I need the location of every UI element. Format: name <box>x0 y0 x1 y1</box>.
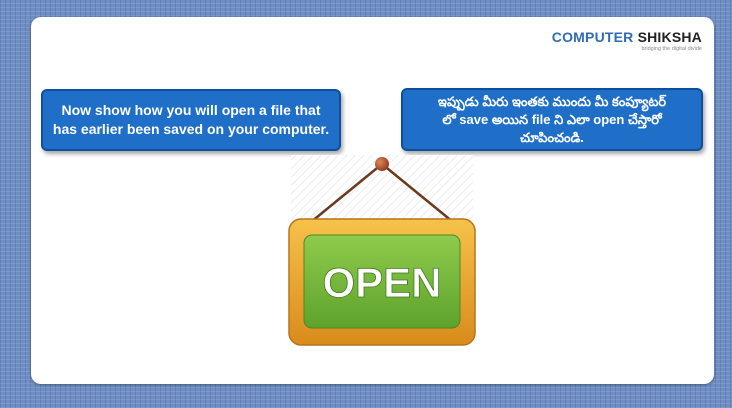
computer-shiksha-logo: COMPUTER SHIKSHA bridging the digital di… <box>552 29 702 52</box>
sign-open-text: OPEN <box>322 259 441 306</box>
open-sign-illustration: OPEN <box>288 155 476 346</box>
logo-secondary-text: SHIKSHA <box>637 29 702 45</box>
nail-icon <box>375 157 389 171</box>
telugu-line-3: చూపించండి. <box>520 129 584 145</box>
logo-tagline: bridging the digital divide <box>641 46 702 52</box>
telugu-instruction-callout: ఇప్పుడు మీరు ఇంతకు ముందు మీ కంప్యూటర్ లో… <box>401 88 703 151</box>
telugu-line-2: లో save అయిన file ని ఎలా open చేస్తారో <box>442 111 662 127</box>
slide-card: COMPUTER SHIKSHA bridging the digital di… <box>31 17 714 384</box>
logo-primary-text: COMPUTER <box>551 29 634 45</box>
english-instruction-callout: Now show how you will open a file that h… <box>41 89 341 151</box>
telugu-line-1: ఇప్పుడు మీరు ఇంతకు ముందు మీ కంప్యూటర్ <box>437 93 667 109</box>
english-line-1: Now show how you will open a file that <box>61 102 321 118</box>
english-line-2: has earlier been saved on your computer. <box>52 121 330 137</box>
